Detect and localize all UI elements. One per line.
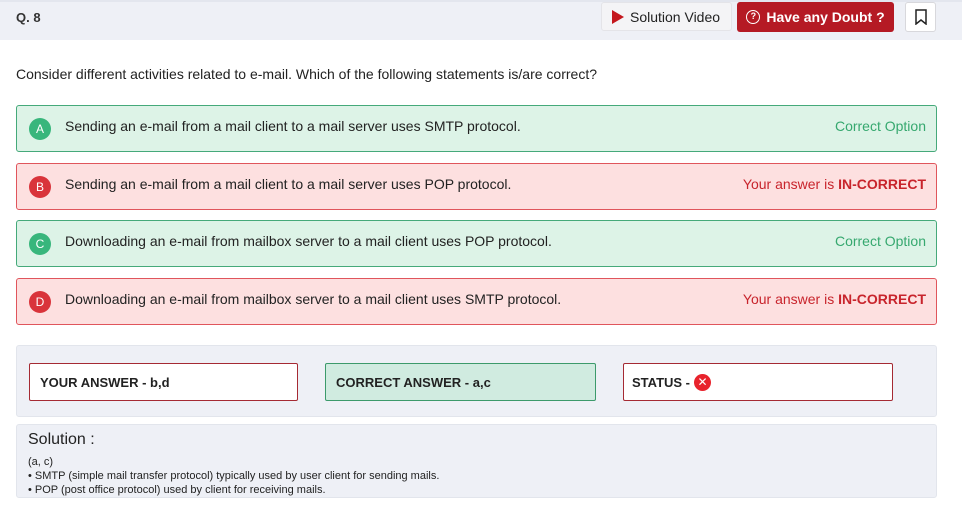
- solution-line: • POP (post office protocol) used by cli…: [28, 484, 326, 496]
- status-box: STATUS - ✕: [623, 363, 893, 401]
- option-text: Downloading an e-mail from mailbox serve…: [65, 233, 552, 249]
- solution-title: Solution :: [28, 431, 95, 448]
- option-c[interactable]: C Downloading an e-mail from mailbox ser…: [16, 220, 937, 267]
- x-circle-icon: ✕: [694, 373, 712, 391]
- solution-video-button[interactable]: Solution Video: [601, 2, 732, 31]
- question-number: Q. 8: [16, 10, 41, 25]
- correct-answer-box: CORRECT ANSWER - a,c: [325, 363, 596, 401]
- solution-video-label: Solution Video: [630, 8, 721, 25]
- option-letter-badge: D: [29, 290, 51, 313]
- option-status: Your answer is IN-CORRECT: [743, 176, 926, 192]
- question-header-bar: Q. 8 Solution Video ? Have any Doubt ?: [0, 0, 962, 40]
- option-status-strong: IN-CORRECT: [838, 291, 926, 307]
- answer-summary-panel: YOUR ANSWER - b,d CORRECT ANSWER - a,c S…: [16, 345, 937, 417]
- option-status: Correct Option: [834, 118, 926, 134]
- question-bubble-icon: ?: [746, 10, 761, 24]
- option-status-prefix: Your answer is: [742, 176, 839, 192]
- option-status: Your answer is IN-CORRECT: [743, 291, 926, 307]
- option-text: Downloading an e-mail from mailbox serve…: [65, 291, 562, 307]
- option-a[interactable]: A Sending an e-mail from a mail client t…: [16, 105, 937, 152]
- bookmark-icon: [914, 9, 927, 25]
- solution-panel: Solution : (a, c) • SMTP (simple mail tr…: [16, 424, 937, 498]
- have-any-doubt-label: Have any Doubt ?: [766, 9, 885, 25]
- option-letter-badge: B: [29, 175, 51, 198]
- bookmark-button[interactable]: [905, 2, 936, 32]
- option-status: Correct Option: [834, 233, 926, 249]
- option-letter-badge: C: [29, 232, 51, 255]
- solution-line: (a, c): [28, 456, 54, 468]
- status-label: STATUS -: [632, 374, 691, 390]
- option-letter-badge: A: [29, 117, 51, 140]
- option-text: Sending an e-mail from a mail client to …: [65, 176, 512, 192]
- option-b[interactable]: B Sending an e-mail from a mail client t…: [16, 163, 937, 210]
- question-text: Consider different activities related to…: [16, 66, 597, 82]
- solution-line: • SMTP (simple mail transfer protocol) t…: [28, 470, 440, 482]
- play-icon: [612, 9, 624, 24]
- option-status-strong: IN-CORRECT: [838, 176, 926, 192]
- have-any-doubt-button[interactable]: ? Have any Doubt ?: [737, 2, 894, 32]
- option-text: Sending an e-mail from a mail client to …: [65, 118, 521, 134]
- your-answer-box: YOUR ANSWER - b,d: [29, 363, 298, 401]
- option-status-prefix: Your answer is: [742, 291, 839, 307]
- option-d[interactable]: D Downloading an e-mail from mailbox ser…: [16, 278, 937, 325]
